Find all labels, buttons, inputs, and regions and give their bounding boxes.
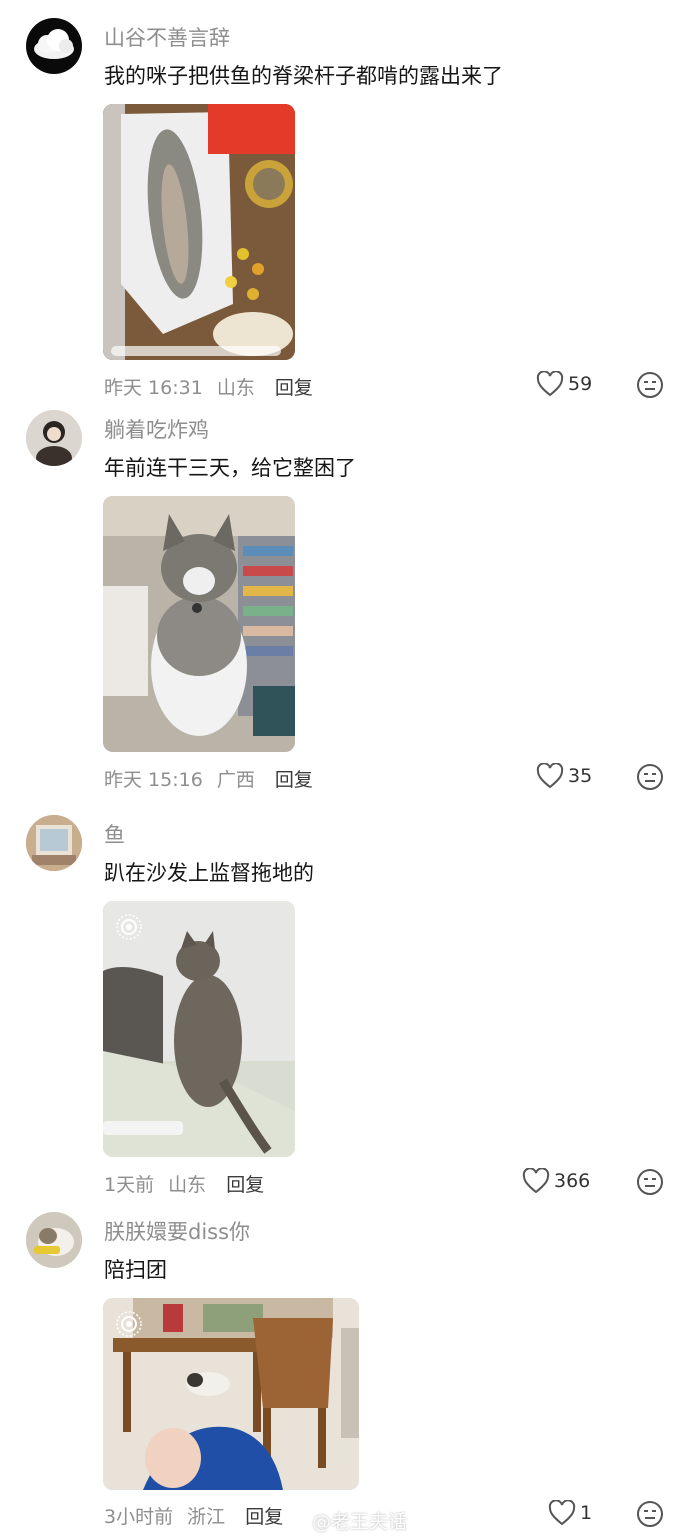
location: 广西 [216,769,255,791]
comment-text: 年前连干三天，给它整困了 [104,456,356,480]
room-avatar-image [26,815,82,871]
fish-offering-image [103,104,295,360]
comment-live-photo[interactable] [103,901,295,1157]
dislike-button[interactable] [636,371,664,403]
heart-icon [536,371,564,397]
reply-button[interactable]: 回复 [275,769,313,791]
comment-text: 陪扫团 [104,1258,167,1282]
location: 浙江 [187,1506,226,1528]
watermark: @老王夫话 [288,1507,407,1534]
cat-photo-image [103,496,295,752]
timestamp: 昨天 15:16 [104,769,203,791]
comment-live-photo[interactable] [103,1298,359,1490]
like-count: 366 [554,1170,591,1192]
neutral-face-icon [637,1169,663,1195]
person-avatar-image [26,410,82,466]
comment-text: 我的咪子把供鱼的脊梁杆子都啃的露出来了 [104,64,503,88]
watermark-text: @老王夫话 [312,1511,408,1533]
timestamp: 昨天 16:31 [104,377,203,399]
avatar[interactable] [26,410,82,466]
reply-button[interactable]: 回复 [226,1174,264,1196]
comment-image[interactable] [103,104,295,360]
like-count: 59 [568,373,593,395]
neutral-face-icon [637,1501,663,1527]
username[interactable]: 躺着吃炸鸡 [104,414,209,444]
like-count: 1 [580,1502,593,1524]
heart-icon [536,763,564,789]
neutral-face-icon [637,372,663,398]
like-button[interactable]: 35 [536,763,592,789]
avatar[interactable] [26,815,82,871]
timestamp: 3小时前 [104,1506,174,1528]
like-count: 35 [568,765,593,787]
cat-avatar-image [26,1212,82,1268]
like-button[interactable]: 59 [536,371,592,397]
comment-text: 趴在沙发上监督拖地的 [104,861,314,885]
dislike-button[interactable] [636,1168,664,1200]
comment-image[interactable] [103,496,295,752]
dislike-button[interactable] [636,1500,664,1532]
heart-icon [548,1500,576,1526]
location: 山东 [168,1174,207,1196]
comment-meta: 1天前 山东 回复 [104,1170,264,1197]
neutral-face-icon [637,764,663,790]
live-photo-icon [116,914,142,940]
like-button[interactable]: 366 [522,1168,590,1194]
weibo-logo-icon [288,1512,311,1530]
username[interactable]: 鱼 [104,819,125,849]
timestamp: 1天前 [104,1174,155,1196]
username[interactable]: 朕朕嬛要diss你 [104,1216,250,1246]
like-button[interactable]: 1 [548,1500,592,1526]
cloud-avatar-image [34,29,74,59]
username[interactable]: 山谷不善言辞 [104,22,230,52]
dislike-button[interactable] [636,763,664,795]
avatar[interactable] [26,1212,82,1268]
avatar[interactable] [26,18,82,74]
comment-meta: 昨天 16:31 山东 回复 [104,373,313,400]
reply-button[interactable]: 回复 [245,1506,283,1528]
live-photo-icon [116,1311,142,1337]
comment-meta: 3小时前 浙江 回复 [104,1502,283,1529]
reply-button[interactable]: 回复 [275,377,313,399]
location: 山东 [216,377,255,399]
comment-meta: 昨天 15:16 广西 回复 [104,765,313,792]
heart-icon [522,1168,550,1194]
